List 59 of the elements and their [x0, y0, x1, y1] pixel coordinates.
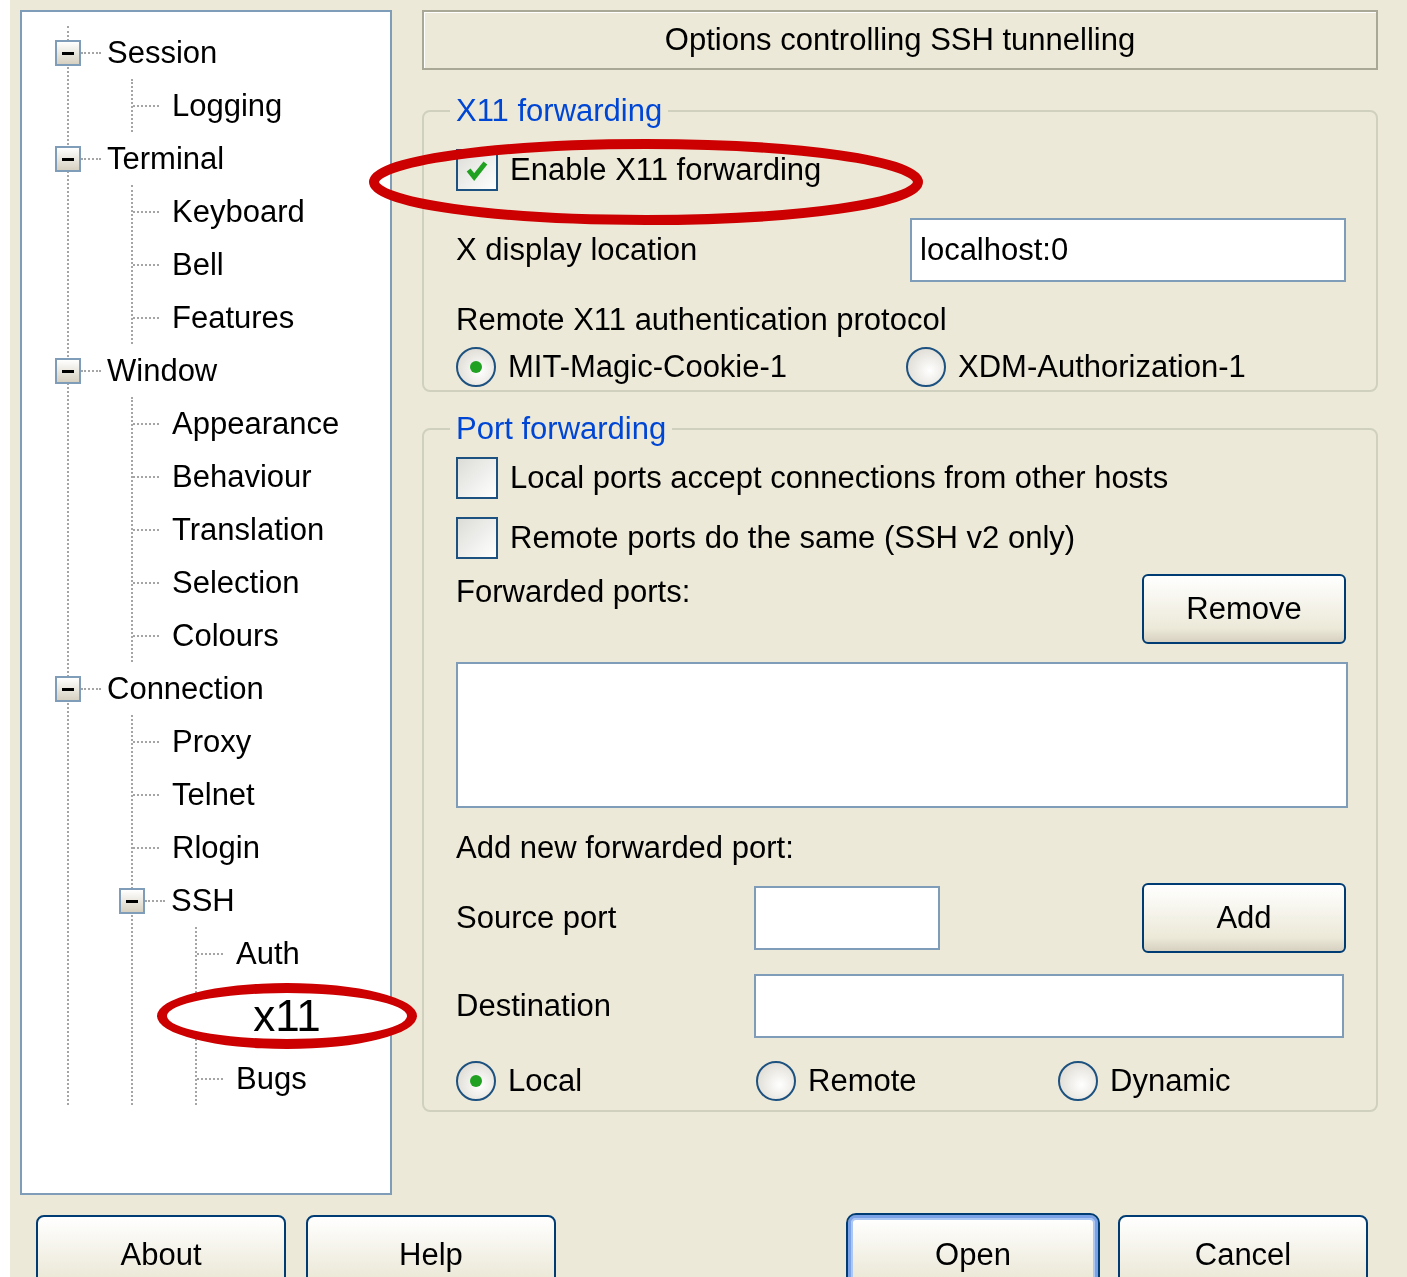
tree-item[interactable]: Colours	[172, 617, 279, 654]
group-title: Port forwarding	[455, 410, 668, 448]
radio-label: MIT-Magic-Cookie-1	[508, 349, 788, 385]
group-title: X11 forwarding	[455, 92, 664, 130]
field-label: Remote X11 authentication protocol	[456, 302, 948, 338]
tree-item[interactable]: Telnet	[172, 776, 255, 813]
tree-item[interactable]: Terminal	[107, 140, 225, 177]
tree-item[interactable]: Window	[107, 352, 218, 389]
tree-item[interactable]: Bell	[172, 246, 224, 283]
tree-item[interactable]: Auth	[236, 935, 300, 972]
checkbox-label: Remote ports do the same (SSH v2 only)	[510, 520, 1076, 556]
radio-button[interactable]	[456, 347, 496, 387]
display-field[interactable]: localhost:0	[910, 218, 1346, 282]
radio-button[interactable]	[1058, 1061, 1098, 1101]
tree-item[interactable]: Rlogin	[172, 829, 260, 866]
tree-item[interactable]: Appearance	[172, 405, 340, 442]
radio-label: Local	[508, 1063, 583, 1099]
checkbox[interactable]	[456, 517, 498, 559]
dialog-button[interactable]: Cancel	[1118, 1215, 1368, 1277]
checkbox[interactable]	[456, 457, 498, 499]
tree-item[interactable]: Translation	[172, 511, 325, 548]
dialog-button[interactable]: Open	[848, 1215, 1098, 1277]
tree-item[interactable]: Keyboard	[172, 193, 305, 230]
add-button[interactable]: Add	[1142, 883, 1346, 953]
section-label: Add new forwarded port:	[456, 830, 795, 866]
remove-button[interactable]: Remove	[1142, 574, 1346, 644]
radio-label: Remote	[808, 1063, 917, 1099]
field-label: Forwarded ports:	[456, 574, 691, 610]
collapse-icon[interactable]	[119, 887, 145, 914]
collapse-icon[interactable]	[55, 675, 81, 702]
dialog-button[interactable]: Help	[306, 1215, 556, 1277]
tree-item[interactable]: Session	[107, 34, 218, 71]
checkbox-label: Local ports accept connections from other hosts	[510, 460, 1169, 496]
radio-button[interactable]	[756, 1061, 796, 1101]
field-label: Source port	[456, 900, 618, 936]
tree-item[interactable]: Logging	[172, 87, 283, 124]
annotation-callout: x11	[157, 983, 417, 1049]
field-label: Destination	[456, 988, 613, 1024]
collapse-icon[interactable]	[55, 357, 81, 384]
tree-item[interactable]: Connection	[107, 670, 264, 707]
tree-item[interactable]: Selection	[172, 564, 300, 601]
tree-item[interactable]: Proxy	[172, 723, 252, 760]
collapse-icon[interactable]	[55, 145, 81, 172]
field-label: X display location	[456, 232, 698, 268]
radio-label: Dynamic	[1110, 1063, 1231, 1099]
source-port-field[interactable]	[754, 886, 940, 950]
tree-item[interactable]: Features	[172, 299, 295, 336]
checkbox-label: Enable X11 forwarding	[510, 152, 822, 188]
radio-label: XDM-Authorization-1	[958, 349, 1246, 385]
tree-item[interactable]: SSH	[171, 882, 235, 919]
radio-button[interactable]	[456, 1061, 496, 1101]
radio-button[interactable]	[906, 347, 946, 387]
ports-list[interactable]	[456, 662, 1348, 808]
collapse-icon[interactable]	[55, 39, 81, 66]
panel-header: Options controlling SSH tunnelling	[422, 10, 1378, 70]
dialog-button[interactable]: About	[36, 1215, 286, 1277]
tree-item[interactable]: Behaviour	[172, 458, 312, 495]
destination-field[interactable]	[754, 974, 1344, 1038]
tree-item[interactable]: Bugs	[236, 1060, 307, 1097]
